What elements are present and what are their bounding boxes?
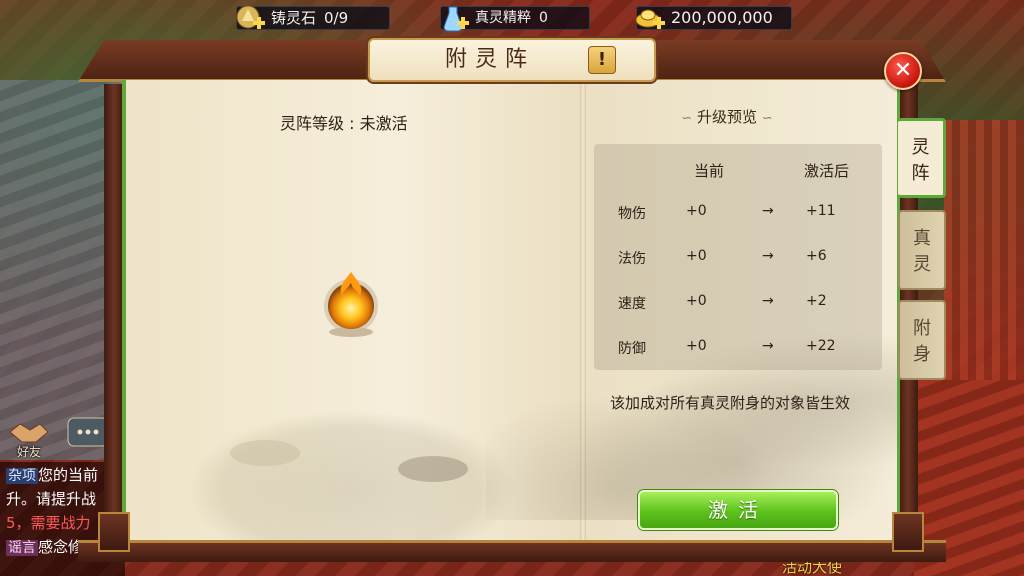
tab-spirit-array[interactable]: 灵 阵 xyxy=(898,118,946,198)
stat-name: 速度 xyxy=(618,296,646,312)
tab-label: 附 xyxy=(913,318,931,339)
chat-text: 5，需要战力 xyxy=(6,514,91,532)
yin-yang-dot xyxy=(230,440,300,466)
array-level-label: 灵阵等级 : 未激活 xyxy=(280,114,408,133)
stat-name: 法伤 xyxy=(618,251,646,267)
resource-value: 0 xyxy=(539,10,548,26)
tab-label: 阵 xyxy=(911,163,930,184)
tab-label: 灵 xyxy=(913,254,931,275)
close-button[interactable]: ✕ xyxy=(884,52,922,90)
stat-current: +0 xyxy=(686,203,707,219)
stat-current: +0 xyxy=(686,248,707,264)
swirl-ornament-icon: ∽ xyxy=(761,111,773,126)
essence-vial-icon xyxy=(443,6,469,32)
stat-after: +2 xyxy=(806,293,827,309)
upgrade-preview-title: ∽ 升级预览 ∽ xyxy=(632,106,822,127)
chat-text: 您的当前 xyxy=(38,466,99,484)
stat-after: +22 xyxy=(806,338,836,354)
panel-pillar-foot-left xyxy=(98,512,130,552)
panel-frame-bottom xyxy=(78,540,946,562)
panel-pillar-foot-right xyxy=(892,512,924,552)
tab-true-spirit[interactable]: 真 灵 xyxy=(898,210,946,290)
panel-title: 附灵阵 xyxy=(444,47,535,72)
arrow-icon: → xyxy=(762,203,774,219)
stat-name: 物伤 xyxy=(618,206,646,222)
stat-name: 防御 xyxy=(618,341,646,357)
chat-channel-tag: 谣言 xyxy=(6,540,38,556)
chat-channel-tag: 杂项 xyxy=(6,468,38,484)
arrow-icon: → xyxy=(762,293,774,309)
stat-current: +0 xyxy=(686,293,707,309)
resource-true-spirit-essence[interactable]: 真灵精粹 0 xyxy=(440,6,590,32)
stat-current: +0 xyxy=(686,338,707,354)
friends-label: 好友 xyxy=(16,445,41,459)
resource-gold[interactable]: 200,000,000 xyxy=(635,6,792,30)
gold-ingot-plus-icon xyxy=(635,9,665,29)
upgrade-preview-label: 升级预览 xyxy=(696,108,757,126)
ingot-plus-icon xyxy=(236,5,265,29)
tab-label: 身 xyxy=(913,344,931,365)
panel-pillar-left xyxy=(104,84,124,544)
fire-orb-icon[interactable] xyxy=(318,268,384,340)
resource-label: 铸灵石 xyxy=(271,9,317,27)
chat-text: 感念修 xyxy=(38,538,84,556)
activate-button[interactable]: 激活 xyxy=(638,490,838,530)
swirl-ornament-icon: ∽ xyxy=(681,111,693,126)
yin-yang-dot xyxy=(398,456,468,482)
resource-value: 200,000,000 xyxy=(671,8,773,27)
bonus-note: 该加成对所有真灵附身的对象皆生效 xyxy=(610,394,851,412)
column-header-after: 激活后 xyxy=(804,162,850,180)
info-button[interactable]: ! xyxy=(588,46,616,74)
friends-button[interactable]: 好友 xyxy=(6,414,52,460)
arrow-icon: → xyxy=(762,338,774,354)
background-building-right xyxy=(944,120,1024,380)
tab-label: 灵 xyxy=(911,137,930,158)
tab-label: 真 xyxy=(913,228,931,249)
stat-after: +11 xyxy=(806,203,836,219)
stat-after: +6 xyxy=(806,248,827,264)
tab-possession[interactable]: 附 身 xyxy=(898,300,946,380)
resource-casting-stone[interactable]: 铸灵石 0/9 xyxy=(236,5,390,30)
arrow-icon: → xyxy=(762,248,774,264)
chat-text: 升。请提升战 xyxy=(6,490,97,508)
resource-value: 0/9 xyxy=(324,9,349,27)
resource-label: 真灵精粹 xyxy=(475,10,531,26)
column-header-current: 当前 xyxy=(694,162,725,180)
